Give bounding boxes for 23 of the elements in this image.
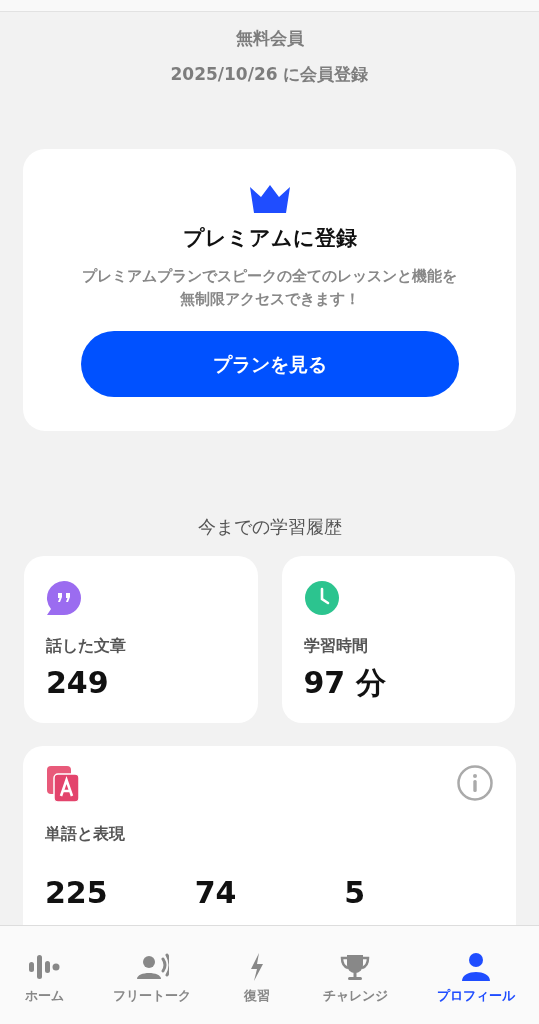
- registration-date: 2025/10/26 に会員登録: [169, 62, 370, 86]
- premium-description: プレミアムプランでスピークの全てのレッスンと機能を無制限アクセスできます！: [81, 265, 458, 310]
- crown-icon: [247, 183, 292, 215]
- info-icon[interactable]: [456, 764, 494, 802]
- vocabulary-label: 単語と表現: [45, 823, 126, 845]
- trophy-icon: [338, 952, 372, 983]
- count-value: 74: [194, 875, 237, 910]
- premium-title: プレミアムに登録: [181, 225, 358, 252]
- stat-label: 話した文章: [46, 635, 127, 657]
- tab[interactable]: チャレンジ: [322, 926, 388, 1024]
- count-value: 5: [344, 875, 366, 910]
- tab[interactable]: 復習: [239, 926, 274, 1024]
- stat-label: 学習時間: [303, 635, 369, 657]
- membership-status: 無料会員: [234, 27, 305, 50]
- tab[interactable]: フリートーク: [112, 926, 191, 1024]
- stat-value: 249: [46, 664, 110, 702]
- tab[interactable]: ホーム: [24, 926, 64, 1024]
- tab[interactable]: プロフィール: [436, 926, 515, 1024]
- section-title: 今までの学習履歴: [197, 515, 342, 539]
- view-plans-button[interactable]: プランを見る: [80, 331, 459, 397]
- stat-value: 97 分: [303, 664, 387, 702]
- cards-icon: [45, 764, 81, 804]
- count-value: 225: [45, 875, 108, 910]
